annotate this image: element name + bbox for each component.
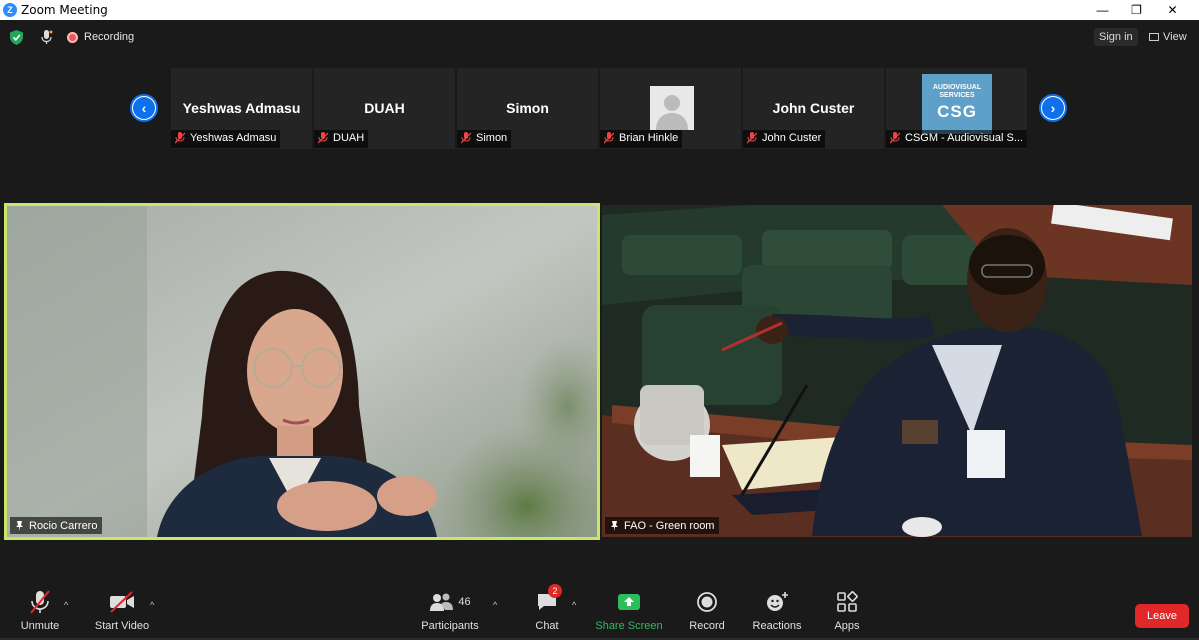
reactions-button[interactable]: Reactions — [737, 588, 817, 638]
chevron-right-icon: › — [1042, 97, 1064, 119]
muted-mic-icon — [890, 132, 900, 144]
participant-strip: ‹ Yeshwas Admasu Yeshwas Admasu DUAH DUA… — [0, 68, 1199, 150]
leave-button[interactable]: Leave — [1135, 604, 1189, 628]
chat-label: Chat — [535, 620, 559, 632]
strip-next-button[interactable]: › — [1039, 94, 1067, 122]
participant-label: John Custer — [743, 130, 826, 148]
chat-button[interactable]: 2 Chat — [507, 584, 587, 638]
share-screen-icon — [618, 594, 640, 610]
record-button[interactable]: Record — [667, 588, 747, 638]
participants-label: Participants — [421, 620, 479, 632]
record-icon — [697, 592, 717, 612]
view-button[interactable]: View — [1145, 28, 1191, 46]
record-label: Record — [689, 620, 725, 632]
pin-icon — [611, 520, 618, 531]
csg-logo: AUDIOVISUAL SERVICES CSG — [922, 74, 992, 134]
participant-name: Brian Hinkle — [619, 132, 679, 144]
window-title: Zoom Meeting — [21, 3, 108, 17]
participants-options-caret[interactable]: ^ — [493, 600, 497, 610]
participant-name: DUAH — [333, 132, 365, 144]
muted-microphone-icon — [30, 590, 50, 614]
speaker-name-label: Rocio Carrero — [10, 517, 103, 534]
meeting-toolbar: Unmute ^ Start Video ^ 46 Participants ^ — [0, 584, 1199, 640]
participants-button[interactable]: 46 Participants — [410, 588, 490, 638]
share-screen-button[interactable]: Share Screen — [589, 588, 669, 638]
speaker-name: Rocio Carrero — [29, 519, 98, 532]
participant-name: Simon — [476, 132, 508, 144]
participant-tile[interactable]: Brian Hinkle — [600, 68, 741, 149]
participant-label: Yeshwas Admasu — [171, 130, 281, 148]
muted-mic-icon — [747, 132, 757, 144]
participant-display-name: Yeshwas Admasu — [182, 100, 301, 116]
csg-logo-text: CSG — [937, 102, 977, 121]
active-speaker-video[interactable]: Rocio Carrero — [4, 203, 600, 540]
participant-label: Brian Hinkle — [600, 130, 683, 148]
reactions-label: Reactions — [752, 620, 802, 632]
start-video-button[interactable]: Start Video — [82, 588, 162, 638]
meeting-topbar: Recording Sign in View — [0, 20, 1199, 56]
chat-options-caret[interactable]: ^ — [572, 600, 576, 610]
shield-check-icon[interactable] — [10, 30, 23, 45]
room-video[interactable]: FAO - Green room — [602, 205, 1192, 537]
participant-label: DUAH — [314, 130, 369, 148]
unmute-button[interactable]: Unmute — [0, 588, 80, 638]
participant-label: Simon — [457, 130, 512, 148]
participant-name: Yeshwas Admasu — [190, 132, 277, 144]
participant-name: CSGM - Audiovisual S... — [905, 132, 1023, 144]
muted-mic-icon — [175, 132, 185, 144]
speaker-video-frame — [7, 206, 597, 537]
participant-tile[interactable]: DUAH DUAH — [314, 68, 455, 149]
default-avatar-icon — [650, 86, 694, 130]
pin-icon — [16, 520, 23, 531]
muted-mic-icon — [604, 132, 614, 144]
recording-dot-icon — [67, 31, 78, 43]
participant-label: CSGM - Audiovisual S... — [886, 130, 1027, 148]
microphone-status-icon[interactable] — [40, 29, 54, 47]
participants-icon — [430, 593, 454, 611]
zoom-logo-icon: Z — [3, 3, 17, 17]
close-button[interactable]: ✕ — [1150, 0, 1195, 20]
participant-display-name: DUAH — [364, 100, 405, 116]
start-video-label: Start Video — [94, 620, 150, 632]
participant-display-name: John Custer — [772, 100, 855, 116]
chat-unread-badge: 2 — [548, 584, 562, 598]
csg-logo-subtitle: AUDIOVISUAL SERVICES — [932, 84, 982, 99]
chevron-left-icon: ‹ — [133, 97, 155, 119]
participants-count: 46 — [458, 596, 471, 608]
recording-indicator[interactable]: Recording — [67, 31, 134, 43]
participant-tile[interactable]: AUDIOVISUAL SERVICES CSG CSGM - Audiovis… — [886, 68, 1027, 149]
participant-name: John Custer — [762, 132, 822, 144]
share-screen-label: Share Screen — [595, 620, 663, 632]
reactions-icon — [767, 592, 788, 611]
apps-button[interactable]: Apps — [807, 588, 887, 638]
unmute-label: Unmute — [20, 620, 60, 632]
recording-label: Recording — [84, 31, 135, 43]
video-off-icon — [110, 591, 134, 613]
room-name: FAO - Green room — [624, 519, 715, 532]
participant-tile[interactable]: John Custer John Custer — [743, 68, 884, 149]
participant-display-name: Simon — [506, 100, 549, 116]
apps-label: Apps — [834, 620, 860, 632]
grid-view-icon — [1149, 33, 1159, 41]
view-label: View — [1163, 31, 1187, 43]
window-titlebar: Z Zoom Meeting — [0, 0, 1199, 20]
audio-options-caret[interactable]: ^ — [64, 600, 68, 610]
muted-mic-icon — [461, 132, 471, 144]
room-name-label: FAO - Green room — [605, 517, 720, 534]
strip-prev-button[interactable]: ‹ — [130, 94, 158, 122]
sign-in-button[interactable]: Sign in — [1094, 28, 1138, 46]
participant-tile[interactable]: Yeshwas Admasu Yeshwas Admasu — [171, 68, 312, 149]
apps-icon — [837, 591, 858, 612]
participant-tile[interactable]: Simon Simon — [457, 68, 598, 149]
muted-mic-icon — [318, 132, 328, 144]
video-options-caret[interactable]: ^ — [150, 600, 154, 610]
room-video-frame — [602, 205, 1192, 537]
